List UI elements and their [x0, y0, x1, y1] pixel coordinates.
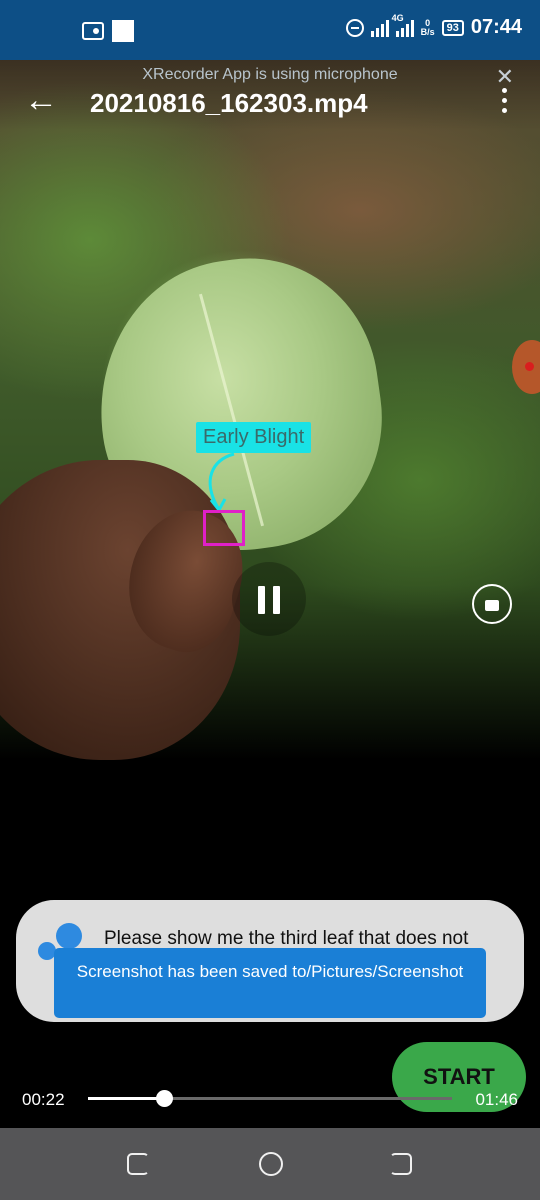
- seek-bar[interactable]: [88, 1090, 452, 1107]
- assistant-avatar-icon: [56, 923, 82, 949]
- video-frame[interactable]: [0, 60, 540, 760]
- total-time: 01:46: [475, 1090, 518, 1109]
- pause-button[interactable]: [232, 562, 306, 636]
- status-right-icons: 4G 0 B/s 93 07:44: [345, 13, 522, 39]
- radio-icon: [82, 22, 104, 40]
- detection-label: Early Blight: [196, 422, 312, 453]
- back-arrow-icon[interactable]: ←: [24, 83, 58, 117]
- seek-bar-thumb[interactable]: [156, 1090, 174, 1107]
- current-time: 00:22: [22, 1090, 65, 1109]
- home-icon[interactable]: [259, 1152, 283, 1176]
- more-options-icon[interactable]: [502, 88, 508, 113]
- mic-notice: XRecorder App is using microphone: [142, 66, 398, 83]
- status-bar: 4G 0 B/s 93 07:44: [0, 0, 540, 60]
- status-left-icons: [82, 20, 134, 42]
- close-icon[interactable]: ✕: [496, 64, 514, 90]
- net-speed: 0 B/s: [420, 18, 435, 37]
- dnd-icon: [345, 18, 364, 37]
- battery-icon: 93: [441, 19, 464, 36]
- recent-apps-icon[interactable]: [127, 1153, 149, 1175]
- network-type: 4G: [391, 12, 404, 23]
- navigation-bar: [0, 1128, 540, 1200]
- seek-bar-fill: [88, 1097, 165, 1100]
- signal-4g-icon: 4G: [392, 13, 414, 37]
- clock: 07:44: [470, 16, 522, 38]
- file-name: 20210816_162303.mp4: [90, 88, 368, 118]
- rotate-lock-icon[interactable]: [472, 584, 512, 624]
- signal-icon: [370, 19, 389, 37]
- screenshot-toast: Screenshot has been saved to/Pictures/Sc…: [54, 948, 486, 1018]
- screen: 4G 0 B/s 93 07:44 XRecorder App is using…: [0, 0, 540, 1200]
- square-notification-icon: [112, 20, 134, 42]
- back-icon[interactable]: [390, 1153, 412, 1175]
- net-speed-unit: B/s: [420, 26, 435, 37]
- detection-box: [203, 510, 245, 546]
